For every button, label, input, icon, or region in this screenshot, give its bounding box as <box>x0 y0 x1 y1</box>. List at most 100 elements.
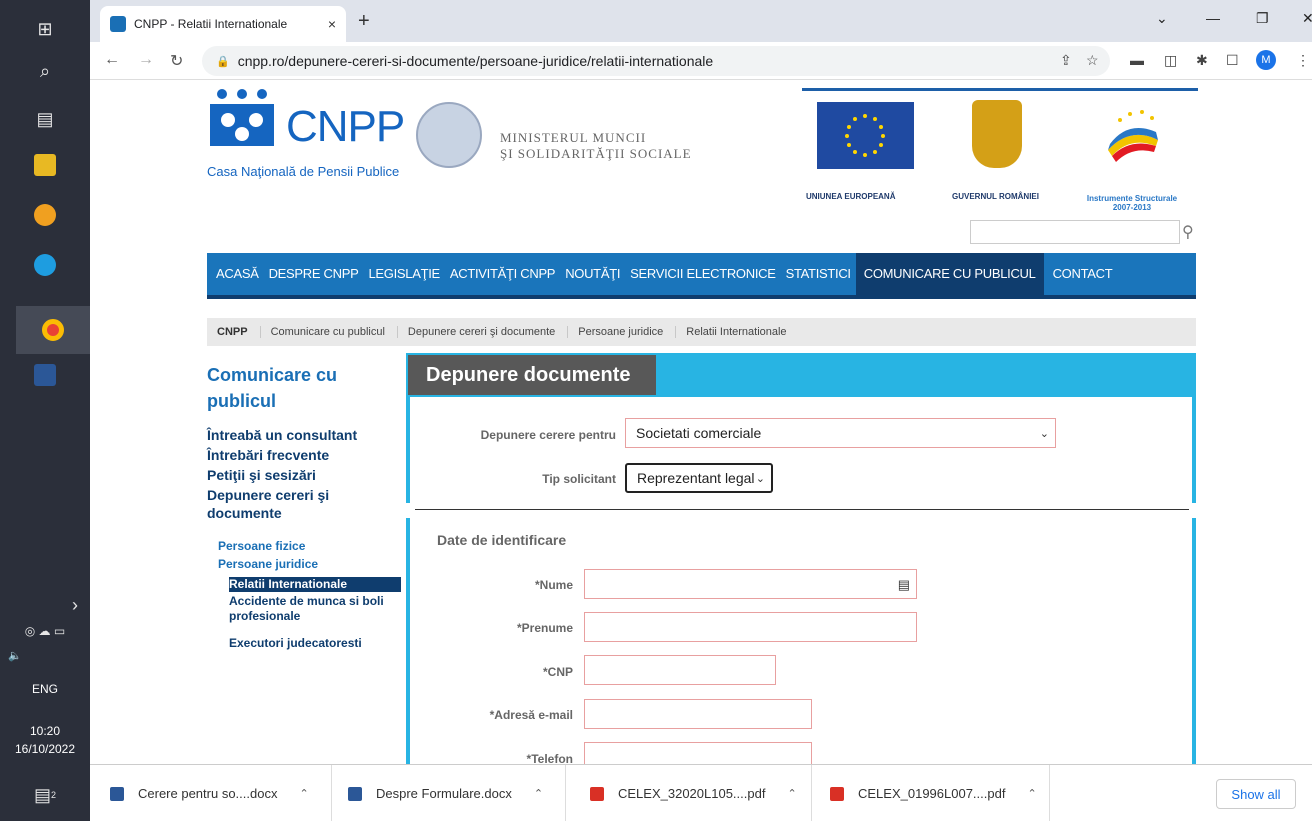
email-label: *Adresă e-mail <box>489 708 573 722</box>
edge-icon[interactable] <box>30 250 60 280</box>
tab-search-chevron-icon[interactable]: ⌄ <box>1156 10 1168 27</box>
download-filename: CELEX_32020L105....pdf <box>618 786 766 801</box>
nav-item-comunicare[interactable]: COMUNICARE CU PUBLICUL <box>855 253 1044 295</box>
volume-icon[interactable]: 🔈 <box>0 640 30 670</box>
tab-title: CNPP - Relatii Internationale <box>134 17 288 31</box>
nav-item-legislatie[interactable]: LEGISLAŢIE <box>363 253 444 295</box>
nav-item-acasa[interactable]: ACASĂ <box>207 253 264 295</box>
extensions-puzzle-icon[interactable]: ✱ <box>1196 52 1208 69</box>
site-search-input[interactable] <box>970 220 1180 244</box>
nav-item-noutati[interactable]: NOUTĂŢI <box>560 253 625 295</box>
show-all-downloads-button[interactable]: Show all <box>1216 779 1296 809</box>
sidebar-item-intrebari[interactable]: Întrebări frecvente <box>207 446 329 464</box>
close-window-button[interactable]: ✕ <box>1302 10 1312 27</box>
sidebar-item-depunere[interactable]: Depunere cereri şi documente <box>207 486 377 522</box>
download-item[interactable]: Cerere pentru so....docx ⌃ <box>110 765 332 821</box>
chevron-up-icon[interactable]: ⌃ <box>1027 787 1036 800</box>
chrome-icon[interactable] <box>16 306 90 354</box>
address-bar[interactable]: 🔒 cnpp.ro/depunere-cereri-si-documente/p… <box>202 46 1110 76</box>
telefon-input[interactable] <box>584 742 812 764</box>
form-panel-title: Depunere documente <box>408 355 656 395</box>
structural-instruments-label: Instrumente Structurale 2007-2013 <box>1080 194 1184 212</box>
lock-icon[interactable]: 🔒 <box>216 55 230 68</box>
word-icon[interactable] <box>30 360 60 390</box>
clock-time[interactable]: 10:20 <box>0 724 90 738</box>
close-tab-icon[interactable]: × <box>328 16 336 32</box>
ministry-line-1: MINISTERUL MUNCII <box>500 130 647 145</box>
prenume-input[interactable] <box>584 612 917 642</box>
chevron-up-icon[interactable]: ⌃ <box>534 787 543 800</box>
pdf-file-icon <box>590 786 604 801</box>
download-item[interactable]: CELEX_01996L007....pdf ⌃ <box>830 765 1050 821</box>
sidebar-item-relatii-internationale[interactable]: Relatii Internationale <box>229 577 401 592</box>
nume-input[interactable]: ▤ <box>584 569 917 599</box>
sidebar-item-petitii[interactable]: Petiţii şi sesizări <box>207 466 316 484</box>
cnp-input[interactable] <box>584 655 776 685</box>
nav-item-servicii[interactable]: SERVICII ELECTRONICE <box>625 253 780 295</box>
sidebar-item-persoane-juridice[interactable]: Persoane juridice <box>218 557 318 571</box>
bookmark-star-icon[interactable]: ☆ <box>1086 52 1099 69</box>
chevron-up-icon[interactable]: ⌃ <box>299 787 308 800</box>
search-icon[interactable]: ⚲ <box>1182 222 1194 242</box>
nav-item-contact[interactable]: CONTACT <box>1044 253 1118 295</box>
browser-tab[interactable]: CNPP - Relatii Internationale × <box>100 6 346 42</box>
sidebar-item-intreaba[interactable]: Întreabă un consultant <box>207 426 357 444</box>
contact-card-icon[interactable]: ▤ <box>898 577 910 593</box>
depunere-cerere-label: Depunere cerere pentru <box>480 428 616 442</box>
task-view-icon[interactable]: ▤ <box>30 104 60 134</box>
tip-solicitant-value: Reprezentant legal <box>637 470 755 486</box>
download-item[interactable]: CELEX_32020L105....pdf ⌃ <box>590 765 812 821</box>
reload-icon[interactable]: ↻ <box>170 51 183 71</box>
panel-right-border <box>1192 397 1196 503</box>
breadcrumb-item-comunicare[interactable]: Comunicare cu publicul <box>271 326 398 338</box>
form-section-divider <box>415 509 1189 510</box>
nav-item-statistici[interactable]: STATISTICI <box>781 253 856 295</box>
is-label-line-2: 2007-2013 <box>1112 203 1152 212</box>
file-explorer-icon[interactable] <box>30 150 60 180</box>
web-page: CNPP Casa Naţională de Pensii Publice MI… <box>90 80 1312 764</box>
extension-icon[interactable]: ▬ <box>1130 52 1144 68</box>
romania-gov-label: GUVERNUL ROMÂNIEI <box>952 192 1039 201</box>
sidebar-item-executori[interactable]: Executori judecatoresti <box>229 636 362 651</box>
government-seal-icon <box>416 102 482 168</box>
depunere-cerere-select[interactable]: Societati comerciale ⌄ <box>625 418 1056 448</box>
extension2-icon[interactable]: ◫ <box>1164 52 1177 69</box>
cnpp-logo-text[interactable]: CNPP <box>286 102 405 152</box>
language-indicator[interactable]: ENG <box>0 682 90 696</box>
download-filename: Cerere pentru so....docx <box>138 786 278 801</box>
download-item[interactable]: Despre Formulare.docx ⌃ <box>348 765 566 821</box>
panel-left-border-lower <box>406 518 410 764</box>
profile-avatar[interactable]: M <box>1256 50 1276 70</box>
tip-solicitant-select[interactable]: Reprezentant legal ⌄ <box>625 463 773 493</box>
forward-icon[interactable]: → <box>138 51 154 69</box>
nav-item-despre[interactable]: DESPRE CNPP <box>264 253 364 295</box>
windows-start-icon[interactable]: ⊞ <box>30 14 60 44</box>
sidebar-item-persoane-fizice[interactable]: Persoane fizice <box>218 539 305 553</box>
download-filename: CELEX_01996L007....pdf <box>858 786 1006 801</box>
menu-kebab-icon[interactable]: ⋮ <box>1296 52 1310 69</box>
email-input[interactable] <box>584 699 812 729</box>
cnpp-logo-icon[interactable] <box>210 88 274 146</box>
share-icon[interactable]: ⇪ <box>1060 52 1072 69</box>
chevron-up-icon[interactable]: ⌃ <box>787 787 796 800</box>
sidebar-item-accidente[interactable]: Accidente de munca si boli profesionale <box>229 594 401 624</box>
back-icon[interactable]: ← <box>104 51 120 69</box>
notifications-icon[interactable]: ▤ 2 <box>30 780 60 810</box>
search-icon[interactable]: ⌕ <box>30 56 60 86</box>
breadcrumb: CNPP Comunicare cu publicul Depunere cer… <box>207 318 1196 346</box>
new-tab-button[interactable]: + <box>358 10 370 33</box>
nav-item-activitati[interactable]: ACTIVITĂŢI CNPP <box>445 253 560 295</box>
browser-toolbar: ← → ↻ 🔒 cnpp.ro/depunere-cereri-si-docum… <box>90 42 1312 80</box>
browser-app-icon[interactable] <box>30 200 60 230</box>
minimize-button[interactable]: — <box>1206 10 1220 26</box>
side-panel-icon[interactable]: ☐ <box>1226 52 1239 69</box>
breadcrumb-item-persoane-juridice[interactable]: Persoane juridice <box>578 326 677 338</box>
clock-date[interactable]: 16/10/2022 <box>0 742 90 756</box>
browser-tabstrip: CNPP - Relatii Internationale × + ⌄ — ❐ … <box>90 0 1312 42</box>
breadcrumb-item-cnpp[interactable]: CNPP <box>217 326 261 338</box>
panel-left-border <box>406 397 410 503</box>
url-text: cnpp.ro/depunere-cereri-si-documente/per… <box>237 53 714 69</box>
breadcrumb-item-depunere[interactable]: Depunere cereri şi documente <box>408 326 569 338</box>
romania-crest-icon <box>972 100 1022 168</box>
restore-button[interactable]: ❐ <box>1256 10 1269 27</box>
